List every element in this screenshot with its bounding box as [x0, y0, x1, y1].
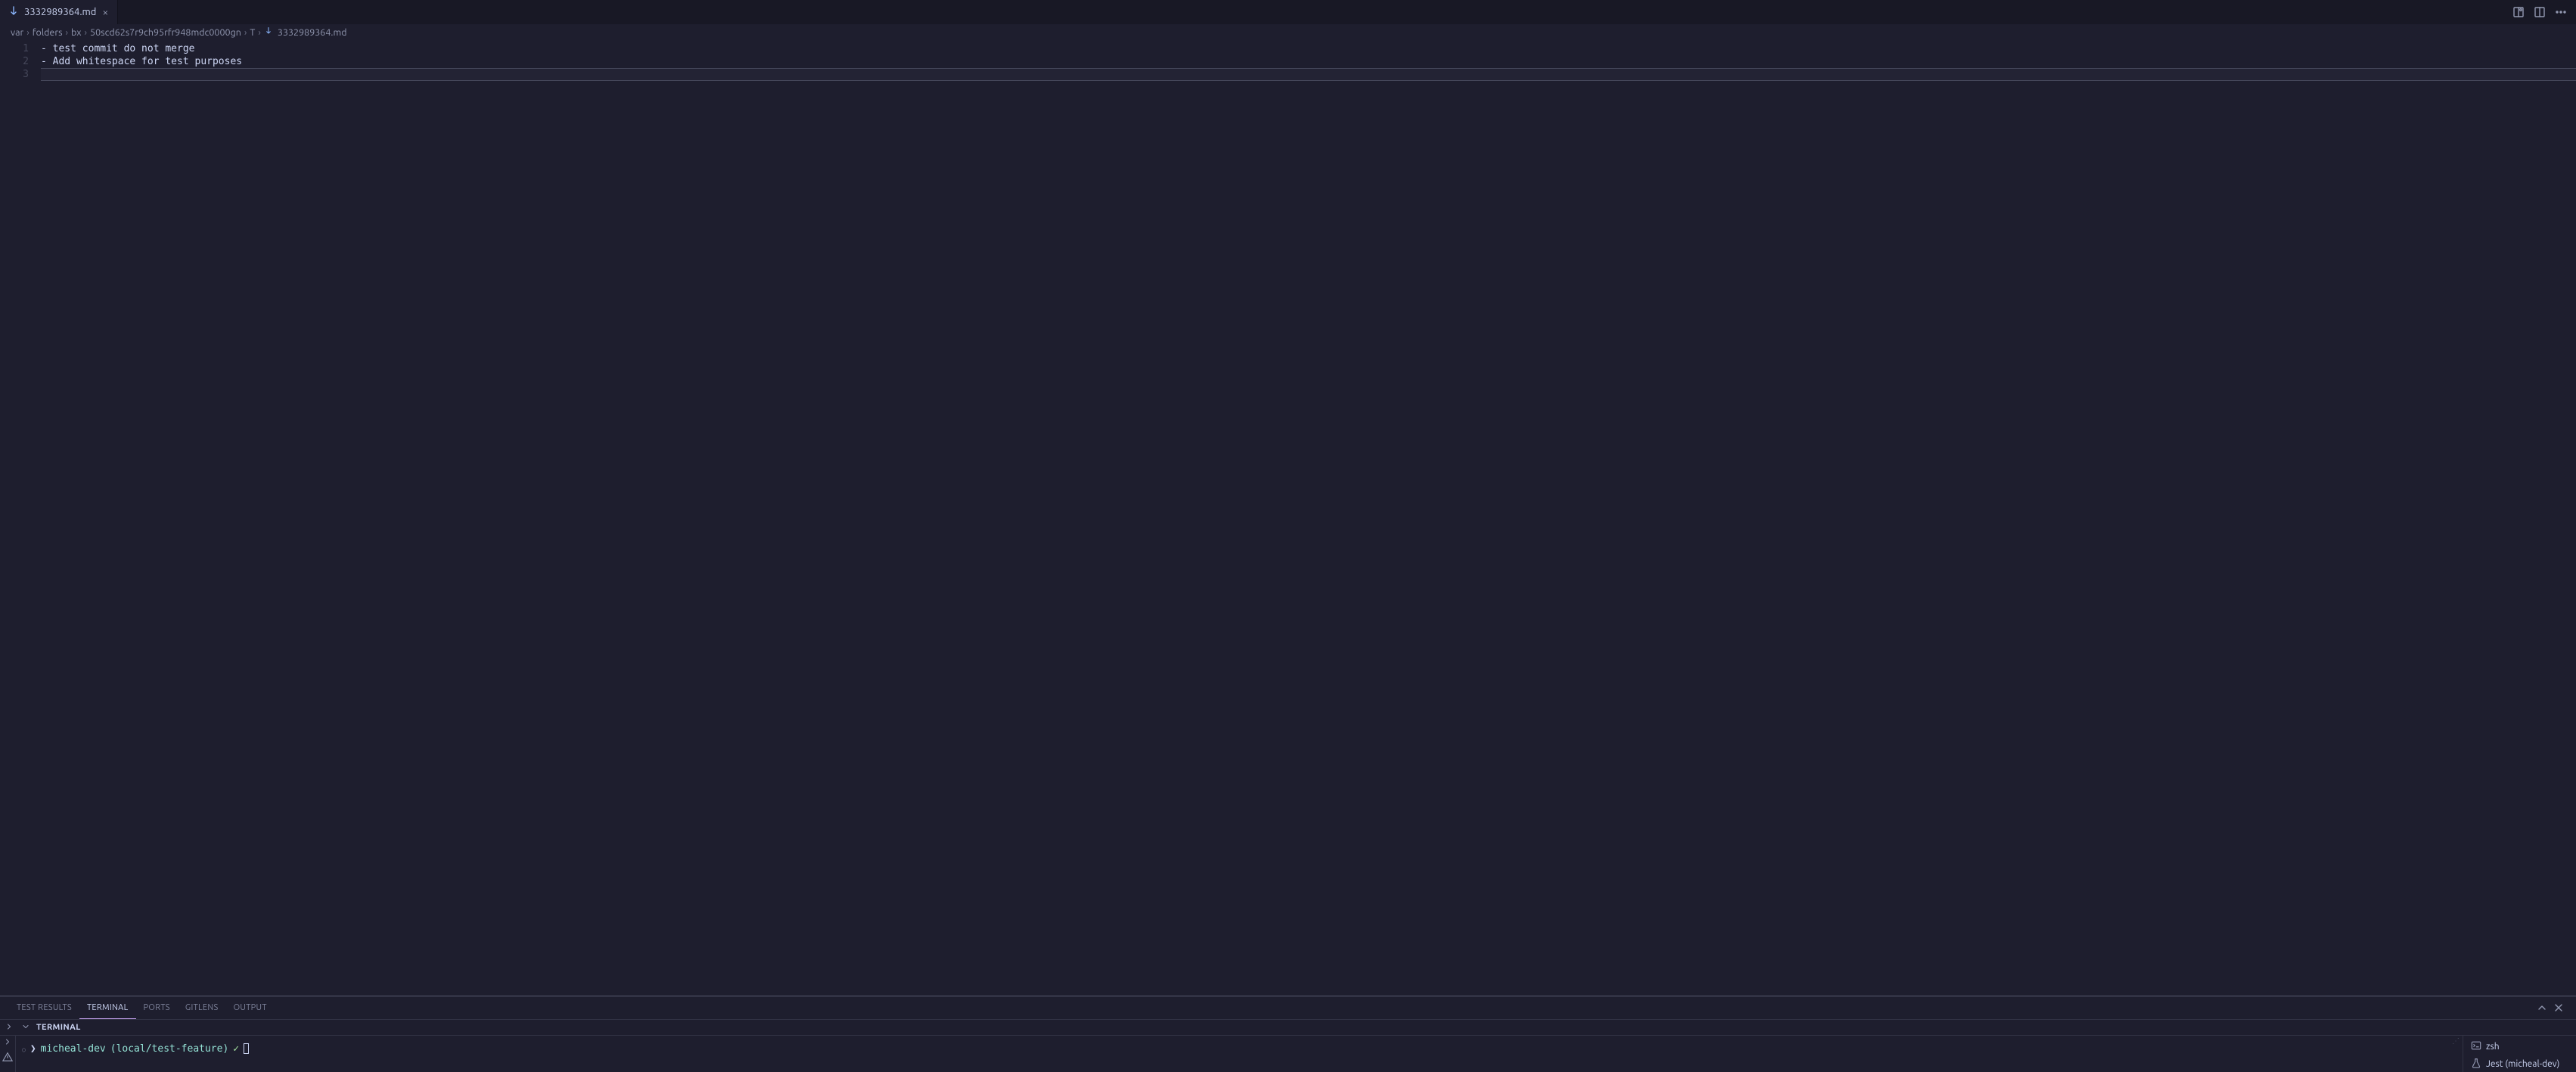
text-editor[interactable]: 123 - test commit do not merge- Add whit…	[0, 41, 2576, 996]
close-tab-button[interactable]: ×	[101, 6, 110, 18]
terminal-cursor	[244, 1043, 249, 1054]
terminal-session-list: zsh Jest (micheal-dev)	[2463, 1036, 2576, 1072]
prompt-symbol: ❯	[30, 1043, 36, 1055]
maximize-panel-button[interactable]	[2534, 999, 2550, 1016]
terminal-session-zsh[interactable]: zsh	[2468, 1039, 2571, 1055]
code-line[interactable]: - Add whitespace for test purposes	[41, 55, 2576, 68]
chevron-right-icon: ›	[66, 27, 69, 38]
panel-tab-bar: TEST RESULTSTERMINALPORTSGITLENSOUTPUT	[0, 996, 2576, 1019]
line-number-gutter: 123	[0, 41, 41, 996]
chevron-right-icon: ›	[244, 27, 247, 38]
editor-tab-bar: 3332989364.md ×	[0, 0, 2576, 24]
breadcrumb-segment[interactable]: 50scd62s7r9ch95rfr948mdc0000gn	[90, 27, 241, 38]
terminal-session-label: Jest (micheal-dev)	[2486, 1059, 2559, 1069]
code-line[interactable]: - test commit do not merge	[41, 42, 2576, 55]
line-number: 3	[0, 68, 29, 81]
chevron-right-icon[interactable]	[3, 1022, 15, 1033]
terminal-session-jest[interactable]: Jest (micheal-dev)	[2468, 1056, 2571, 1072]
chevron-right-icon: ›	[26, 27, 29, 38]
prompt-status-icon: ○	[22, 1043, 26, 1056]
breadcrumb-segment[interactable]: folders	[33, 27, 63, 38]
panel-tab-terminal[interactable]: TERMINAL	[79, 996, 136, 1019]
open-preview-button[interactable]	[2509, 3, 2528, 21]
resize-handle-icon[interactable]: ⋰	[2452, 1037, 2460, 1046]
breadcrumb-segment[interactable]: bx	[71, 27, 82, 38]
chevron-right-icon: ›	[258, 27, 261, 38]
more-actions-button[interactable]	[2552, 3, 2570, 21]
tab-filename: 3332989364.md	[24, 7, 96, 17]
line-number: 2	[0, 55, 29, 68]
breadcrumb-segment[interactable]: 3332989364.md	[278, 27, 347, 38]
markdown-file-icon	[8, 5, 20, 20]
split-editor-button[interactable]	[2531, 3, 2549, 21]
line-number: 1	[0, 42, 29, 55]
panel-tab-gitlens[interactable]: GITLENS	[178, 996, 226, 1019]
beaker-icon	[2471, 1058, 2481, 1070]
terminal-session-label: zsh	[2486, 1042, 2500, 1052]
breadcrumb-segment[interactable]: T	[250, 27, 255, 38]
panel-tab-test-results[interactable]: TEST RESULTS	[9, 996, 79, 1019]
close-panel-button[interactable]	[2550, 999, 2567, 1016]
prompt-branch: (local/test-feature)	[110, 1043, 229, 1055]
chevron-right-icon[interactable]	[3, 1037, 12, 1049]
editor-tab[interactable]: 3332989364.md ×	[0, 0, 118, 24]
panel-tab-ports[interactable]: PORTS	[136, 996, 178, 1019]
breadcrumb: var › folders › bx › 50scd62s7r9ch95rfr9…	[0, 24, 2576, 41]
prompt-clean-icon: ✓	[233, 1043, 239, 1055]
terminal-group-label: TERMINAL	[36, 1023, 81, 1032]
bottom-panel: TEST RESULTSTERMINALPORTSGITLENSOUTPUT T…	[0, 996, 2576, 1072]
chevron-right-icon: ›	[85, 27, 88, 38]
prompt-host: micheal-dev	[41, 1043, 106, 1055]
terminal-group-header[interactable]: TERMINAL	[0, 1019, 2576, 1036]
code-line[interactable]	[41, 68, 2576, 81]
warning-icon	[2, 1052, 13, 1064]
terminal-icon	[2471, 1040, 2481, 1053]
breadcrumb-segment[interactable]: var	[11, 27, 23, 38]
code-area[interactable]: - test commit do not merge- Add whitespa…	[41, 41, 2576, 996]
terminal[interactable]: ○ ❯ micheal-dev (local/test-feature) ✓ ⋰	[15, 1036, 2463, 1072]
markdown-file-icon	[264, 26, 273, 38]
chevron-down-icon[interactable]	[20, 1022, 32, 1033]
terminal-status-gutter	[0, 1036, 15, 1072]
panel-tab-output[interactable]: OUTPUT	[226, 996, 275, 1019]
